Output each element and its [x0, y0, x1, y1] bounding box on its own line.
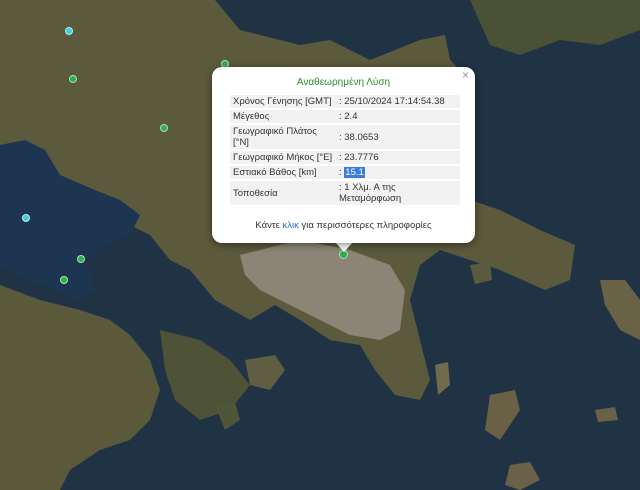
table-row: Μέγεθος : 2.4 — [230, 110, 460, 123]
latitude-value: : 38.0653 — [336, 125, 460, 149]
earthquake-info-popup: × Αναθεωρημένη Λύση Χρόνος Γένησης [GMT]… — [212, 67, 475, 243]
depth-label: Εστιακό Βάθος [km] — [230, 166, 336, 179]
location-label: Τοποθεσία — [230, 181, 336, 205]
event-marker-cyan[interactable] — [22, 214, 30, 222]
table-row: Εστιακό Βάθος [km] : 15.1 — [230, 166, 460, 179]
origin-time-label: Χρόνος Γένησης [GMT] — [230, 95, 336, 108]
footer-after: για περισσότερες πληροφορίες — [298, 220, 432, 231]
origin-time-value: : 25/10/2024 17:14:54.38 — [336, 95, 460, 108]
event-marker-cyan[interactable] — [65, 27, 73, 35]
latitude-label: Γεωγραφικό Πλάτος [°N] — [230, 125, 336, 149]
table-row: Γεωγραφικό Μήκος [°E] : 23.7776 — [230, 151, 460, 164]
event-marker-green[interactable] — [69, 75, 77, 83]
more-info-text: Κάντε κλικ για περισσότερες πληροφορίες — [212, 220, 475, 231]
more-info-link[interactable]: κλικ — [283, 220, 299, 231]
longitude-value: : 23.7776 — [336, 151, 460, 164]
event-marker-green[interactable] — [160, 124, 168, 132]
location-value: : 1 Χλμ. Α της Μεταμόρφωση — [336, 181, 460, 205]
footer-before: Κάντε — [255, 220, 283, 231]
popup-title: Αναθεωρημένη Λύση — [296, 77, 391, 88]
event-marker-green[interactable] — [60, 276, 68, 284]
depth-highlighted-value[interactable]: 15.1 — [344, 167, 365, 178]
magnitude-label: Μέγεθος — [230, 110, 336, 123]
popup-tip — [335, 242, 353, 252]
longitude-label: Γεωγραφικό Μήκος [°E] — [230, 151, 336, 164]
depth-value: : 15.1 — [336, 166, 460, 179]
table-row: Γεωγραφικό Πλάτος [°N] : 38.0653 — [230, 125, 460, 149]
event-info-table: Χρόνος Γένησης [GMT] : 25/10/2024 17:14:… — [230, 93, 460, 207]
magnitude-value: : 2.4 — [336, 110, 460, 123]
table-row: Χρόνος Γένησης [GMT] : 25/10/2024 17:14:… — [230, 95, 460, 108]
table-row: Τοποθεσία : 1 Χλμ. Α της Μεταμόρφωση — [230, 181, 460, 205]
event-marker-green[interactable] — [77, 255, 85, 263]
